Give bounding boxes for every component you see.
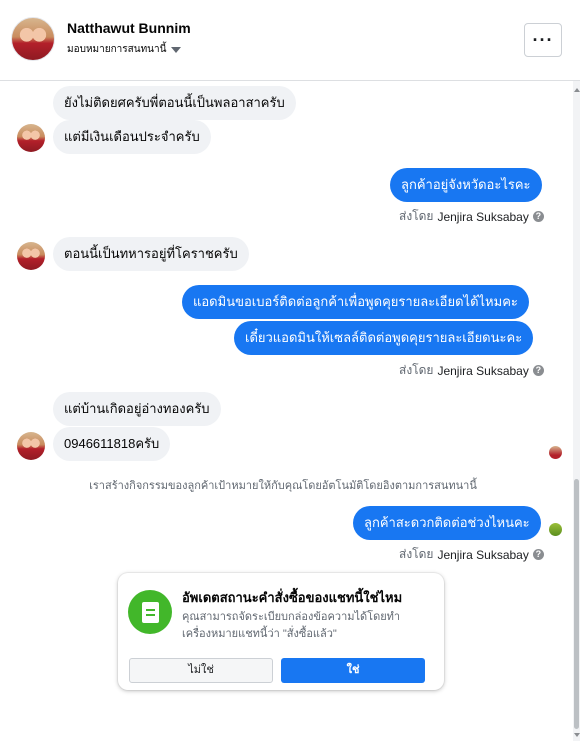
sent-by-label: ส่งโดย Jenjira Suksabay ?	[399, 361, 544, 380]
contact-avatar-small	[17, 124, 45, 152]
outgoing-message: เดี๋ยวแอดมินให้เซลล์ติดต่อพูดคุยรายละเอี…	[234, 321, 534, 355]
caret-down-icon	[171, 46, 182, 53]
incoming-message: 0946611818ครับ	[53, 427, 171, 461]
contact-name[interactable]: Natthawut Bunnim	[67, 20, 191, 36]
system-note: เราสร้างกิจกรรมของลูกค้าเป้าหมายให้กับคุ…	[89, 480, 477, 492]
scrollbar[interactable]	[573, 81, 580, 741]
incoming-message: แต่มีเงินเดือนประจำครับ	[53, 120, 211, 154]
sent-by-prefix: ส่งโดย	[399, 363, 434, 377]
scroll-up-arrow-icon[interactable]	[574, 88, 580, 92]
sent-by-agent: Jenjira Suksabay	[437, 547, 529, 562]
seen-indicator-avatar	[549, 446, 562, 459]
incoming-message: แต่บ้านเกิดอยู่อ่างทองครับ	[53, 392, 221, 426]
no-button[interactable]: ไม่ใช่	[129, 658, 273, 683]
incoming-message: ยังไม่ติดยศครับพี่ตอนนี้เป็นพลอาสาครับ	[53, 86, 296, 120]
sent-by-agent: Jenjira Suksabay	[437, 209, 529, 224]
incoming-message: ตอนนี้เป็นทหารอยู่ที่โคราชครับ	[53, 237, 249, 271]
more-options-button[interactable]: ···	[524, 23, 562, 57]
sent-by-prefix: ส่งโดย	[399, 209, 434, 223]
sent-by-prefix: ส่งโดย	[399, 547, 434, 561]
outgoing-message: ลูกค้าสะดวกติดต่อช่วงไหนคะ	[353, 506, 541, 540]
order-status-prompt-card: อัพเดตสถานะคำสั่งซื้อของแชทนี้ใช่ไหม คุณ…	[118, 573, 444, 690]
card-title: อัพเดตสถานะคำสั่งซื้อของแชทนี้ใช่ไหม	[182, 590, 403, 605]
info-icon[interactable]: ?	[532, 365, 544, 376]
contact-avatar-small	[17, 432, 45, 460]
contact-avatar[interactable]	[11, 17, 55, 61]
scrollbar-thumb[interactable]	[574, 479, 579, 729]
seen-indicator-avatar	[549, 523, 562, 536]
scroll-down-arrow-icon[interactable]	[574, 733, 580, 737]
order-document-icon	[128, 590, 172, 634]
sent-by-label: ส่งโดย Jenjira Suksabay ?	[399, 545, 544, 564]
info-icon[interactable]: ?	[532, 211, 544, 222]
assign-conversation-dropdown[interactable]: มอบหมายการสนทนานี้	[67, 42, 182, 57]
sent-by-agent: Jenjira Suksabay	[437, 363, 529, 378]
outgoing-message: ลูกค้าอยู่จังหวัดอะไรคะ	[390, 168, 542, 202]
yes-button[interactable]: ใช่	[281, 658, 425, 683]
card-description: คุณสามารถจัดระเบียบกล่องข้อความได้โดยทำเ…	[182, 611, 401, 640]
messenger-conversation: Natthawut Bunnim มอบหมายการสนทนานี้ ··· …	[0, 0, 580, 741]
contact-avatar-small	[17, 242, 45, 270]
assign-label: มอบหมายการสนทนานี้	[67, 44, 167, 55]
outgoing-message: แอดมินขอเบอร์ติดต่อลูกค้าเพื่อพูดคุยรายล…	[182, 285, 529, 319]
info-icon[interactable]: ?	[532, 549, 544, 560]
conversation-header: Natthawut Bunnim มอบหมายการสนทนานี้ ···	[0, 0, 580, 81]
sent-by-label: ส่งโดย Jenjira Suksabay ?	[399, 207, 544, 226]
